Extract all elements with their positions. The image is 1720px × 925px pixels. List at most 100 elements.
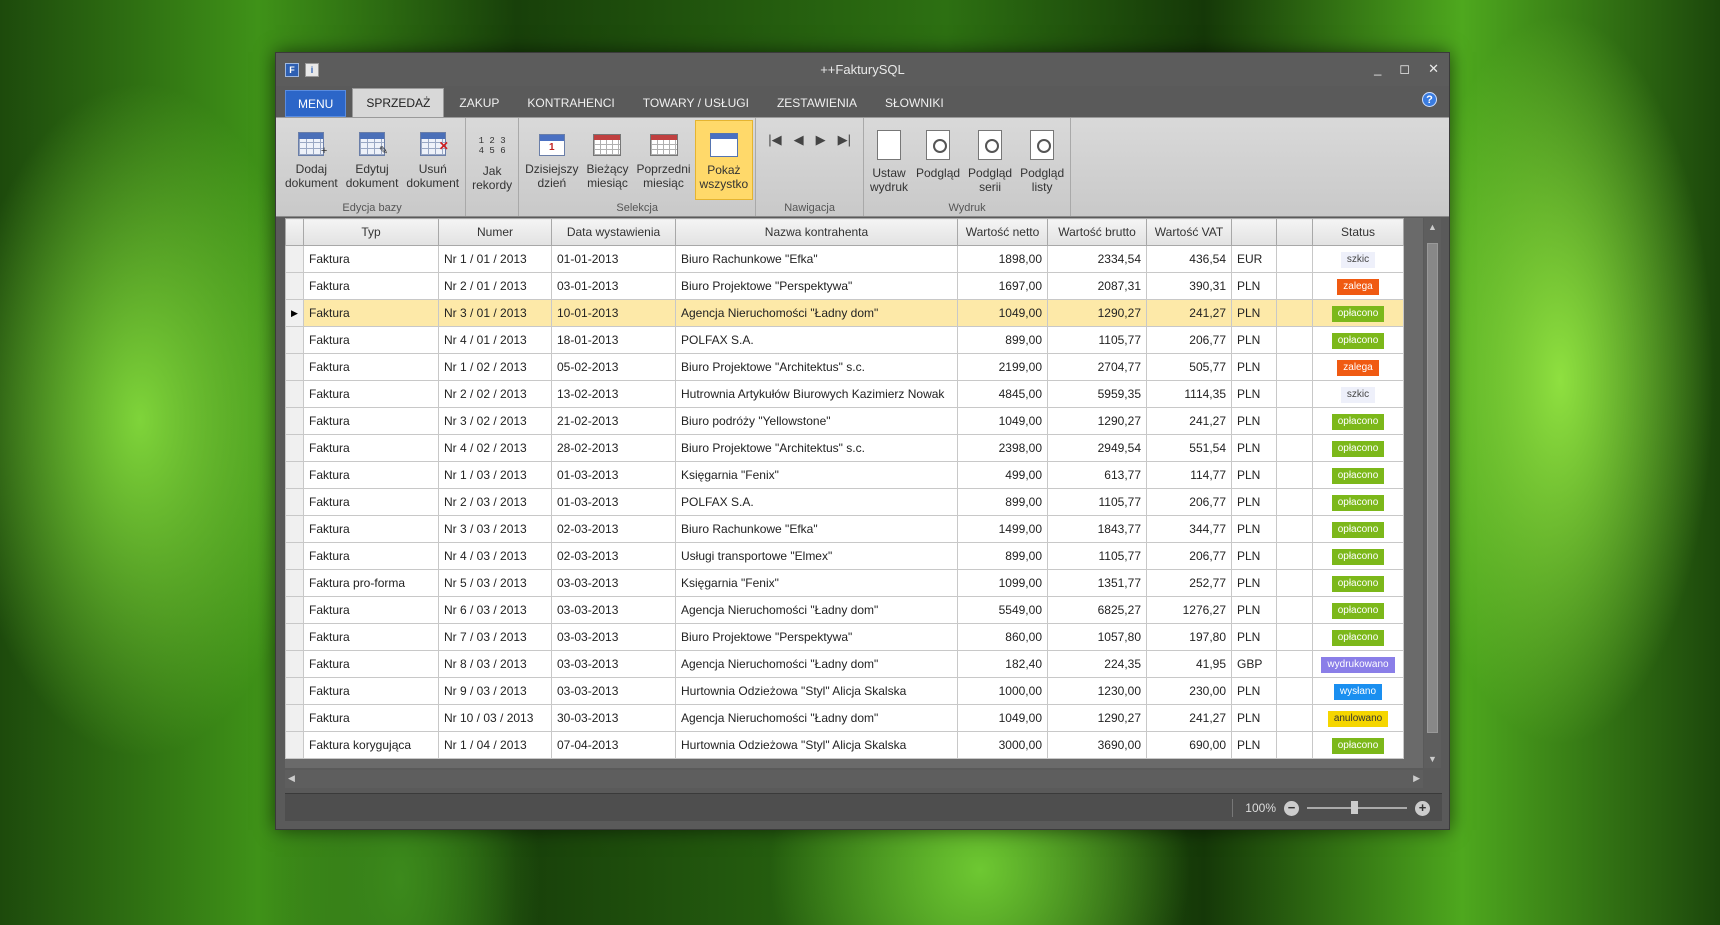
- cell-data[interactable]: 03-03-2013: [551, 677, 676, 705]
- cell-brutto[interactable]: 613,77: [1047, 461, 1147, 489]
- cell-brutto[interactable]: 3690,00: [1047, 731, 1147, 759]
- cell-netto[interactable]: 1099,00: [957, 569, 1048, 597]
- cell-data[interactable]: 28-02-2013: [551, 434, 676, 462]
- cell-typ[interactable]: Faktura pro-forma: [303, 569, 439, 597]
- cell-netto[interactable]: 499,00: [957, 461, 1048, 489]
- row-indicator[interactable]: [285, 245, 304, 273]
- cell-empty[interactable]: [1276, 731, 1313, 759]
- tab-sprzedaz[interactable]: SPRZEDAŻ: [352, 88, 445, 117]
- col-header-waluta[interactable]: [1231, 218, 1277, 246]
- table-row[interactable]: Faktura Nr 9 / 03 / 2013 03-03-2013 Hurtown…: [285, 677, 1404, 705]
- cell-brutto[interactable]: 1105,77: [1047, 542, 1147, 570]
- cell-numer[interactable]: Nr 5 / 03 / 2013: [438, 569, 552, 597]
- cell-waluta[interactable]: GBP: [1231, 650, 1277, 678]
- col-header-numer[interactable]: Numer: [438, 218, 552, 246]
- cell-netto[interactable]: 2199,00: [957, 353, 1048, 381]
- cell-kontrahent[interactable]: POLFAX S.A.: [675, 326, 958, 354]
- cell-status[interactable]: wydrukowano: [1312, 650, 1404, 678]
- row-indicator[interactable]: [285, 596, 304, 624]
- cell-typ[interactable]: Faktura: [303, 353, 439, 381]
- cell-brutto[interactable]: 1057,80: [1047, 623, 1147, 651]
- scroll-right-icon[interactable]: ▶: [1413, 773, 1420, 784]
- cell-brutto[interactable]: 5959,35: [1047, 380, 1147, 408]
- cell-empty[interactable]: [1276, 299, 1313, 327]
- cell-typ[interactable]: Faktura: [303, 650, 439, 678]
- cell-kontrahent[interactable]: Biuro Rachunkowe "Efka": [675, 515, 958, 543]
- cell-vat[interactable]: 206,77: [1146, 542, 1232, 570]
- cell-vat[interactable]: 344,77: [1146, 515, 1232, 543]
- cell-netto[interactable]: 1049,00: [957, 704, 1048, 732]
- cell-data[interactable]: 03-01-2013: [551, 272, 676, 300]
- cell-data[interactable]: 10-01-2013: [551, 299, 676, 327]
- cell-numer[interactable]: Nr 6 / 03 / 2013: [438, 596, 552, 624]
- col-header-vat[interactable]: Wartość VAT: [1146, 218, 1232, 246]
- table-row[interactable]: Faktura Nr 3 / 02 / 2013 21-02-2013 Biuro p…: [285, 407, 1404, 435]
- cell-numer[interactable]: Nr 1 / 02 / 2013: [438, 353, 552, 381]
- add-document-button[interactable]: + Dodaj dokument: [281, 120, 342, 200]
- cell-data[interactable]: 03-03-2013: [551, 650, 676, 678]
- cell-status[interactable]: opłacono: [1312, 515, 1404, 543]
- cell-empty[interactable]: [1276, 596, 1313, 624]
- table-row[interactable]: Faktura Nr 4 / 01 / 2013 18-01-2013 POLFAX …: [285, 326, 1404, 354]
- cell-status[interactable]: szkic: [1312, 245, 1404, 273]
- cell-typ[interactable]: Faktura: [303, 515, 439, 543]
- tab-zakup[interactable]: ZAKUP: [446, 89, 512, 117]
- next-record-icon[interactable]: ▶: [816, 132, 826, 202]
- horizontal-scrollbar[interactable]: ◀ ▶: [285, 770, 1423, 788]
- cell-brutto[interactable]: 2087,31: [1047, 272, 1147, 300]
- cell-kontrahent[interactable]: Biuro Rachunkowe "Efka": [675, 245, 958, 273]
- cell-brutto[interactable]: 1290,27: [1047, 299, 1147, 327]
- cell-waluta[interactable]: PLN: [1231, 488, 1277, 516]
- cell-kontrahent[interactable]: Księgarnia "Fenix": [675, 461, 958, 489]
- cell-data[interactable]: 05-02-2013: [551, 353, 676, 381]
- current-month-button[interactable]: Bieżący miesiąc: [582, 120, 632, 200]
- cell-waluta[interactable]: PLN: [1231, 299, 1277, 327]
- row-indicator[interactable]: [285, 731, 304, 759]
- cell-waluta[interactable]: EUR: [1231, 245, 1277, 273]
- cell-typ[interactable]: Faktura: [303, 488, 439, 516]
- cell-brutto[interactable]: 1351,77: [1047, 569, 1147, 597]
- cell-vat[interactable]: 114,77: [1146, 461, 1232, 489]
- cell-waluta[interactable]: PLN: [1231, 434, 1277, 462]
- cell-vat[interactable]: 206,77: [1146, 326, 1232, 354]
- cell-status[interactable]: zalega: [1312, 272, 1404, 300]
- table-row[interactable]: Faktura pro-forma Nr 5 / 03 / 2013 03-03-2…: [285, 569, 1404, 597]
- zoom-out-button[interactable]: −: [1284, 800, 1299, 816]
- cell-status[interactable]: opłacono: [1312, 434, 1404, 462]
- cell-brutto[interactable]: 2949,54: [1047, 434, 1147, 462]
- cell-data[interactable]: 30-03-2013: [551, 704, 676, 732]
- scroll-left-icon[interactable]: ◀: [288, 773, 295, 784]
- cell-numer[interactable]: Nr 4 / 01 / 2013: [438, 326, 552, 354]
- cell-empty[interactable]: [1276, 623, 1313, 651]
- cell-status[interactable]: opłacono: [1312, 569, 1404, 597]
- cell-brutto[interactable]: 1290,27: [1047, 407, 1147, 435]
- cell-empty[interactable]: [1276, 245, 1313, 273]
- cell-vat[interactable]: 436,54: [1146, 245, 1232, 273]
- row-indicator[interactable]: [285, 488, 304, 516]
- cell-typ[interactable]: Faktura: [303, 596, 439, 624]
- cell-typ[interactable]: Faktura korygująca: [303, 731, 439, 759]
- cell-netto[interactable]: 1499,00: [957, 515, 1048, 543]
- table-row[interactable]: Faktura Nr 1 / 01 / 2013 01-01-2013 Biuro R…: [285, 245, 1404, 273]
- row-indicator[interactable]: [285, 515, 304, 543]
- cell-data[interactable]: 21-02-2013: [551, 407, 676, 435]
- row-indicator[interactable]: [285, 461, 304, 489]
- cell-typ[interactable]: Faktura: [303, 245, 439, 273]
- cell-waluta[interactable]: PLN: [1231, 407, 1277, 435]
- cell-vat[interactable]: 41,95: [1146, 650, 1232, 678]
- row-indicator[interactable]: [285, 623, 304, 651]
- cell-numer[interactable]: Nr 1 / 01 / 2013: [438, 245, 552, 273]
- cell-status[interactable]: opłacono: [1312, 407, 1404, 435]
- cell-waluta[interactable]: PLN: [1231, 515, 1277, 543]
- cell-empty[interactable]: [1276, 461, 1313, 489]
- cell-waluta[interactable]: PLN: [1231, 569, 1277, 597]
- cell-netto[interactable]: 3000,00: [957, 731, 1048, 759]
- cell-netto[interactable]: 182,40: [957, 650, 1048, 678]
- tab-kontrahenci[interactable]: KONTRAHENCI: [514, 89, 627, 117]
- col-header-typ[interactable]: Typ: [303, 218, 439, 246]
- cell-waluta[interactable]: PLN: [1231, 380, 1277, 408]
- cell-numer[interactable]: Nr 4 / 02 / 2013: [438, 434, 552, 462]
- cell-status[interactable]: opłacono: [1312, 623, 1404, 651]
- cell-vat[interactable]: 197,80: [1146, 623, 1232, 651]
- cell-brutto[interactable]: 1290,27: [1047, 704, 1147, 732]
